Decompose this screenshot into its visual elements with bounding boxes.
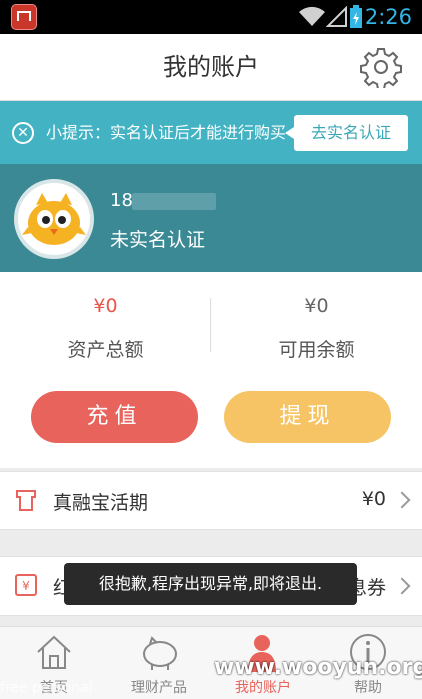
nav-my-account[interactable]: 我的账户 [220, 677, 306, 697]
verification-status: 未实名认证 [110, 229, 206, 251]
available-balance-amount: ¥0 [304, 295, 329, 317]
nav-help[interactable]: 帮助 [328, 677, 408, 697]
coupon-icon: ¥ [15, 574, 37, 596]
status-time: 2:26 [364, 5, 412, 29]
watermark-secondary: free personal [0, 680, 93, 696]
settings-gear-icon[interactable] [360, 46, 402, 88]
verify-identity-button[interactable]: 去实名认证 [285, 115, 408, 151]
app-notification-icon [11, 4, 37, 30]
watermark: www.wooyun.org [214, 655, 422, 680]
battery-icon [350, 5, 362, 28]
error-toast: 很抱歉,程序出现异常,即将退出. [64, 563, 357, 605]
page-title: 我的账户 [163, 53, 259, 81]
list-item-label: 真融宝活期 [53, 492, 149, 514]
title-bar: 我的账户 [0, 34, 422, 101]
nav-products[interactable]: 理财产品 [116, 677, 202, 697]
avatar[interactable] [14, 179, 94, 259]
recharge-button[interactable]: 充值 [31, 391, 198, 443]
signal-icon [326, 6, 347, 27]
chevron-right-icon [393, 491, 411, 509]
home-icon[interactable] [34, 632, 74, 672]
piggy-bank-icon[interactable] [138, 632, 182, 672]
wifi-icon [299, 6, 325, 26]
total-assets-label: 资产总额 [67, 339, 144, 361]
shirt-icon [16, 490, 36, 511]
svg-text:¥: ¥ [22, 579, 30, 593]
notice-text: 小提示：实名认证后才能进行购买 [46, 123, 287, 142]
bird-avatar-icon [22, 193, 86, 245]
list-item-current-account[interactable]: 真融宝活期 ¥0 [0, 471, 422, 530]
total-assets-amount: ¥0 [93, 295, 118, 317]
list-item-value: ¥0 [361, 488, 386, 510]
phone-mask [132, 193, 216, 210]
withdraw-button[interactable]: 提现 [224, 391, 391, 443]
chevron-right-icon [393, 577, 411, 595]
available-balance-label: 可用余额 [278, 339, 355, 361]
phone-number: 18 [110, 190, 133, 211]
close-icon[interactable]: ✕ [12, 122, 34, 144]
